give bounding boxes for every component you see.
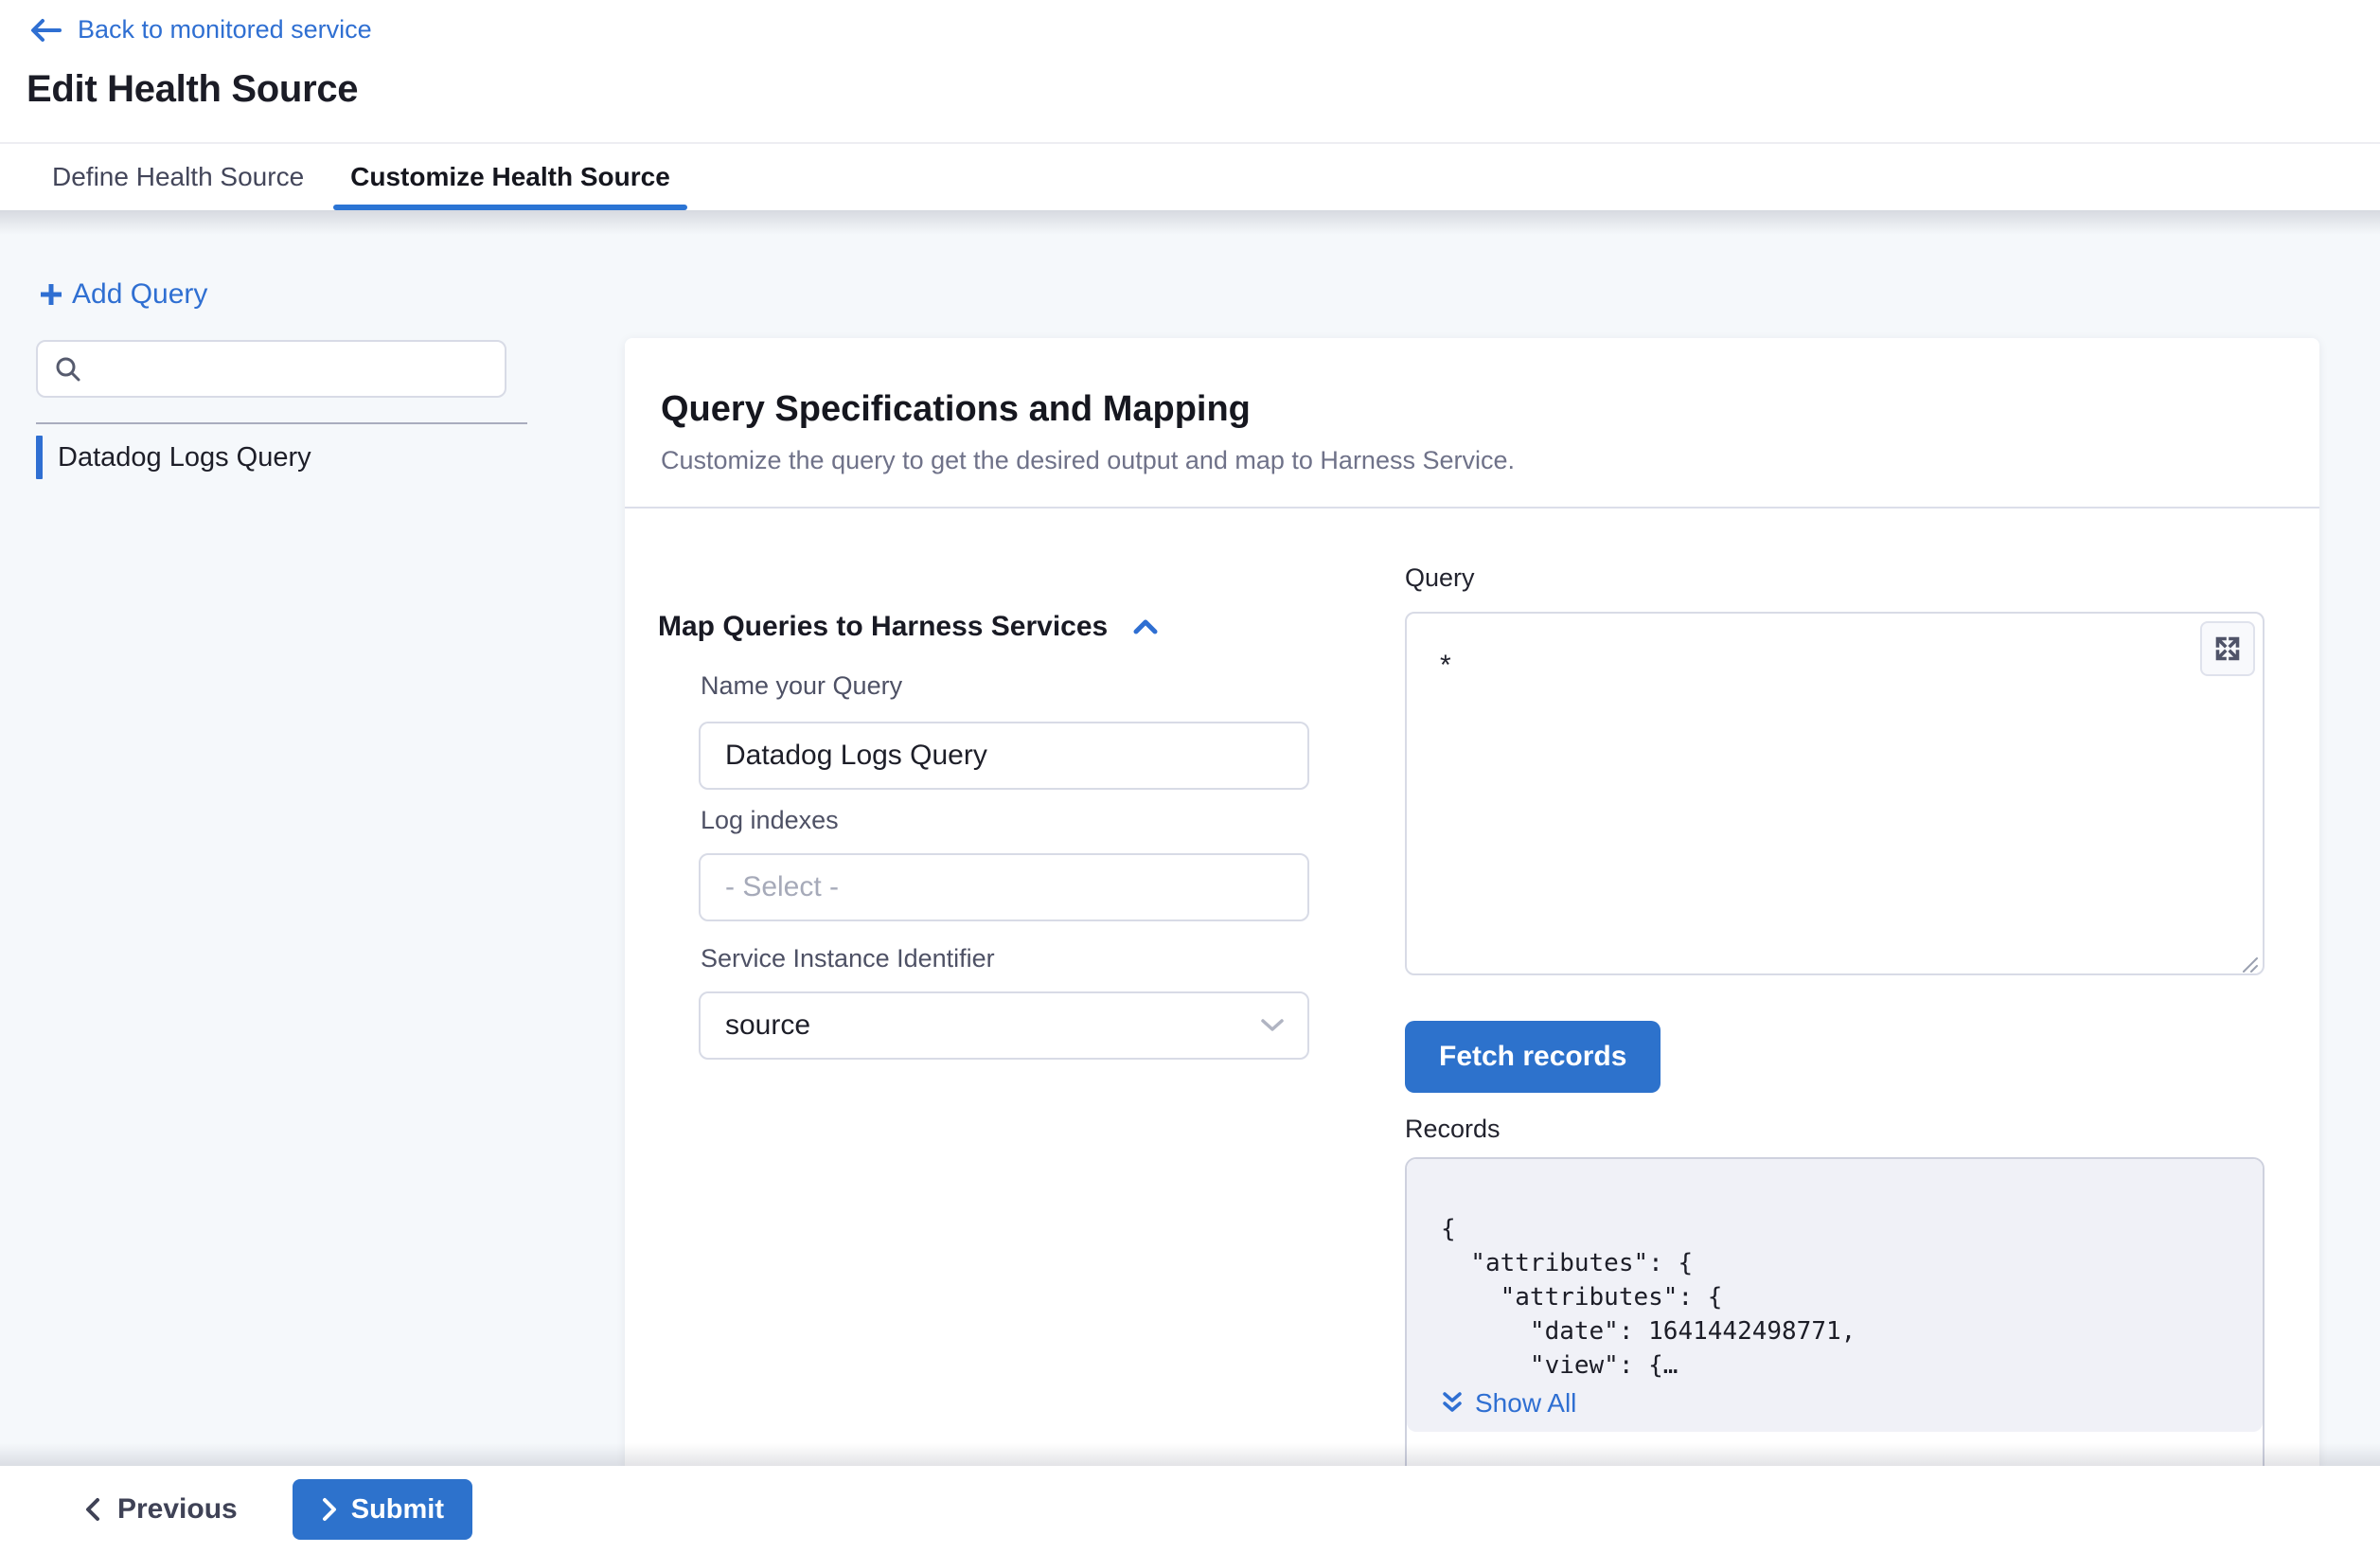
sidebar-divider: [36, 422, 527, 424]
chevron-right-icon: [321, 1497, 338, 1522]
log-indexes-select[interactable]: - Select -: [699, 853, 1309, 921]
show-all-link[interactable]: Show All: [1441, 1388, 1576, 1419]
double-chevron-down-icon: [1441, 1390, 1464, 1417]
page-title: Edit Health Source: [27, 68, 358, 111]
tab-define-health-source[interactable]: Define Health Source: [35, 144, 321, 210]
health-source-tabbar: Define Health Source Customize Health So…: [0, 142, 2380, 210]
query-specifications-card: Query Specifications and Mapping Customi…: [625, 338, 2319, 1466]
selected-indicator-bar: [36, 436, 43, 479]
edit-health-source-page: Back to monitored service Edit Health So…: [0, 0, 2380, 1553]
query-name-input[interactable]: [699, 722, 1309, 790]
query-textarea[interactable]: [1405, 612, 2265, 975]
add-query-label: Add Query: [72, 278, 207, 311]
plus-icon: [36, 279, 66, 310]
fetch-records-button[interactable]: Fetch records: [1405, 1021, 1661, 1093]
submit-button[interactable]: Submit: [293, 1479, 472, 1540]
query-item-label: Datadog Logs Query: [58, 442, 311, 473]
wizard-footer: Previous Submit: [0, 1466, 2380, 1553]
previous-label: Previous: [117, 1493, 238, 1526]
content-area: Add Query Datadog Logs Query Query Speci…: [0, 210, 2380, 1466]
log-indexes-placeholder: - Select -: [725, 871, 839, 903]
query-search-box[interactable]: [36, 340, 506, 398]
back-arrow-icon: [28, 17, 62, 44]
back-link-label: Back to monitored service: [78, 15, 372, 45]
sidebar-item-datadog-logs-query[interactable]: Datadog Logs Query: [36, 436, 311, 479]
previous-button[interactable]: Previous: [83, 1493, 238, 1526]
search-input[interactable]: [95, 354, 492, 384]
card-divider: [625, 507, 2319, 509]
show-all-label: Show All: [1475, 1388, 1576, 1419]
records-container: { "attributes": { "attributes": { "date"…: [1405, 1157, 2265, 1466]
query-label: Query: [1405, 563, 1475, 593]
submit-label: Submit: [351, 1494, 444, 1526]
chevron-left-icon: [83, 1496, 102, 1523]
back-link[interactable]: Back to monitored service: [28, 15, 372, 45]
search-icon: [53, 354, 83, 384]
card-subtitle: Customize the query to get the desired o…: [661, 446, 1515, 475]
records-label: Records: [1405, 1115, 1501, 1144]
map-queries-section-header[interactable]: Map Queries to Harness Services: [658, 611, 1161, 643]
chevron-up-icon: [1130, 616, 1161, 638]
tab-label: Define Health Source: [52, 162, 304, 192]
records-preview-panel: { "attributes": { "attributes": { "date"…: [1407, 1159, 2263, 1432]
records-json-preview: { "attributes": { "attributes": { "date"…: [1441, 1212, 1856, 1383]
service-instance-identifier-label: Service Instance Identifier: [701, 944, 995, 973]
add-query-button[interactable]: Add Query: [36, 278, 207, 311]
tab-label: Customize Health Source: [350, 162, 670, 192]
expand-query-button[interactable]: [2200, 621, 2255, 676]
log-indexes-label: Log indexes: [701, 806, 839, 835]
page-header: Back to monitored service Edit Health So…: [0, 0, 2380, 142]
tab-customize-health-source[interactable]: Customize Health Source: [333, 144, 687, 210]
name-your-query-label: Name your Query: [701, 671, 902, 701]
chevron-down-icon: [1258, 1016, 1287, 1035]
card-title: Query Specifications and Mapping: [661, 389, 1251, 430]
map-queries-title: Map Queries to Harness Services: [658, 611, 1108, 643]
expand-arrows-icon: [2211, 632, 2245, 666]
service-instance-value: source: [725, 1009, 810, 1042]
tabbar-shadow: [0, 210, 2380, 235]
service-instance-identifier-select[interactable]: source: [699, 991, 1309, 1060]
